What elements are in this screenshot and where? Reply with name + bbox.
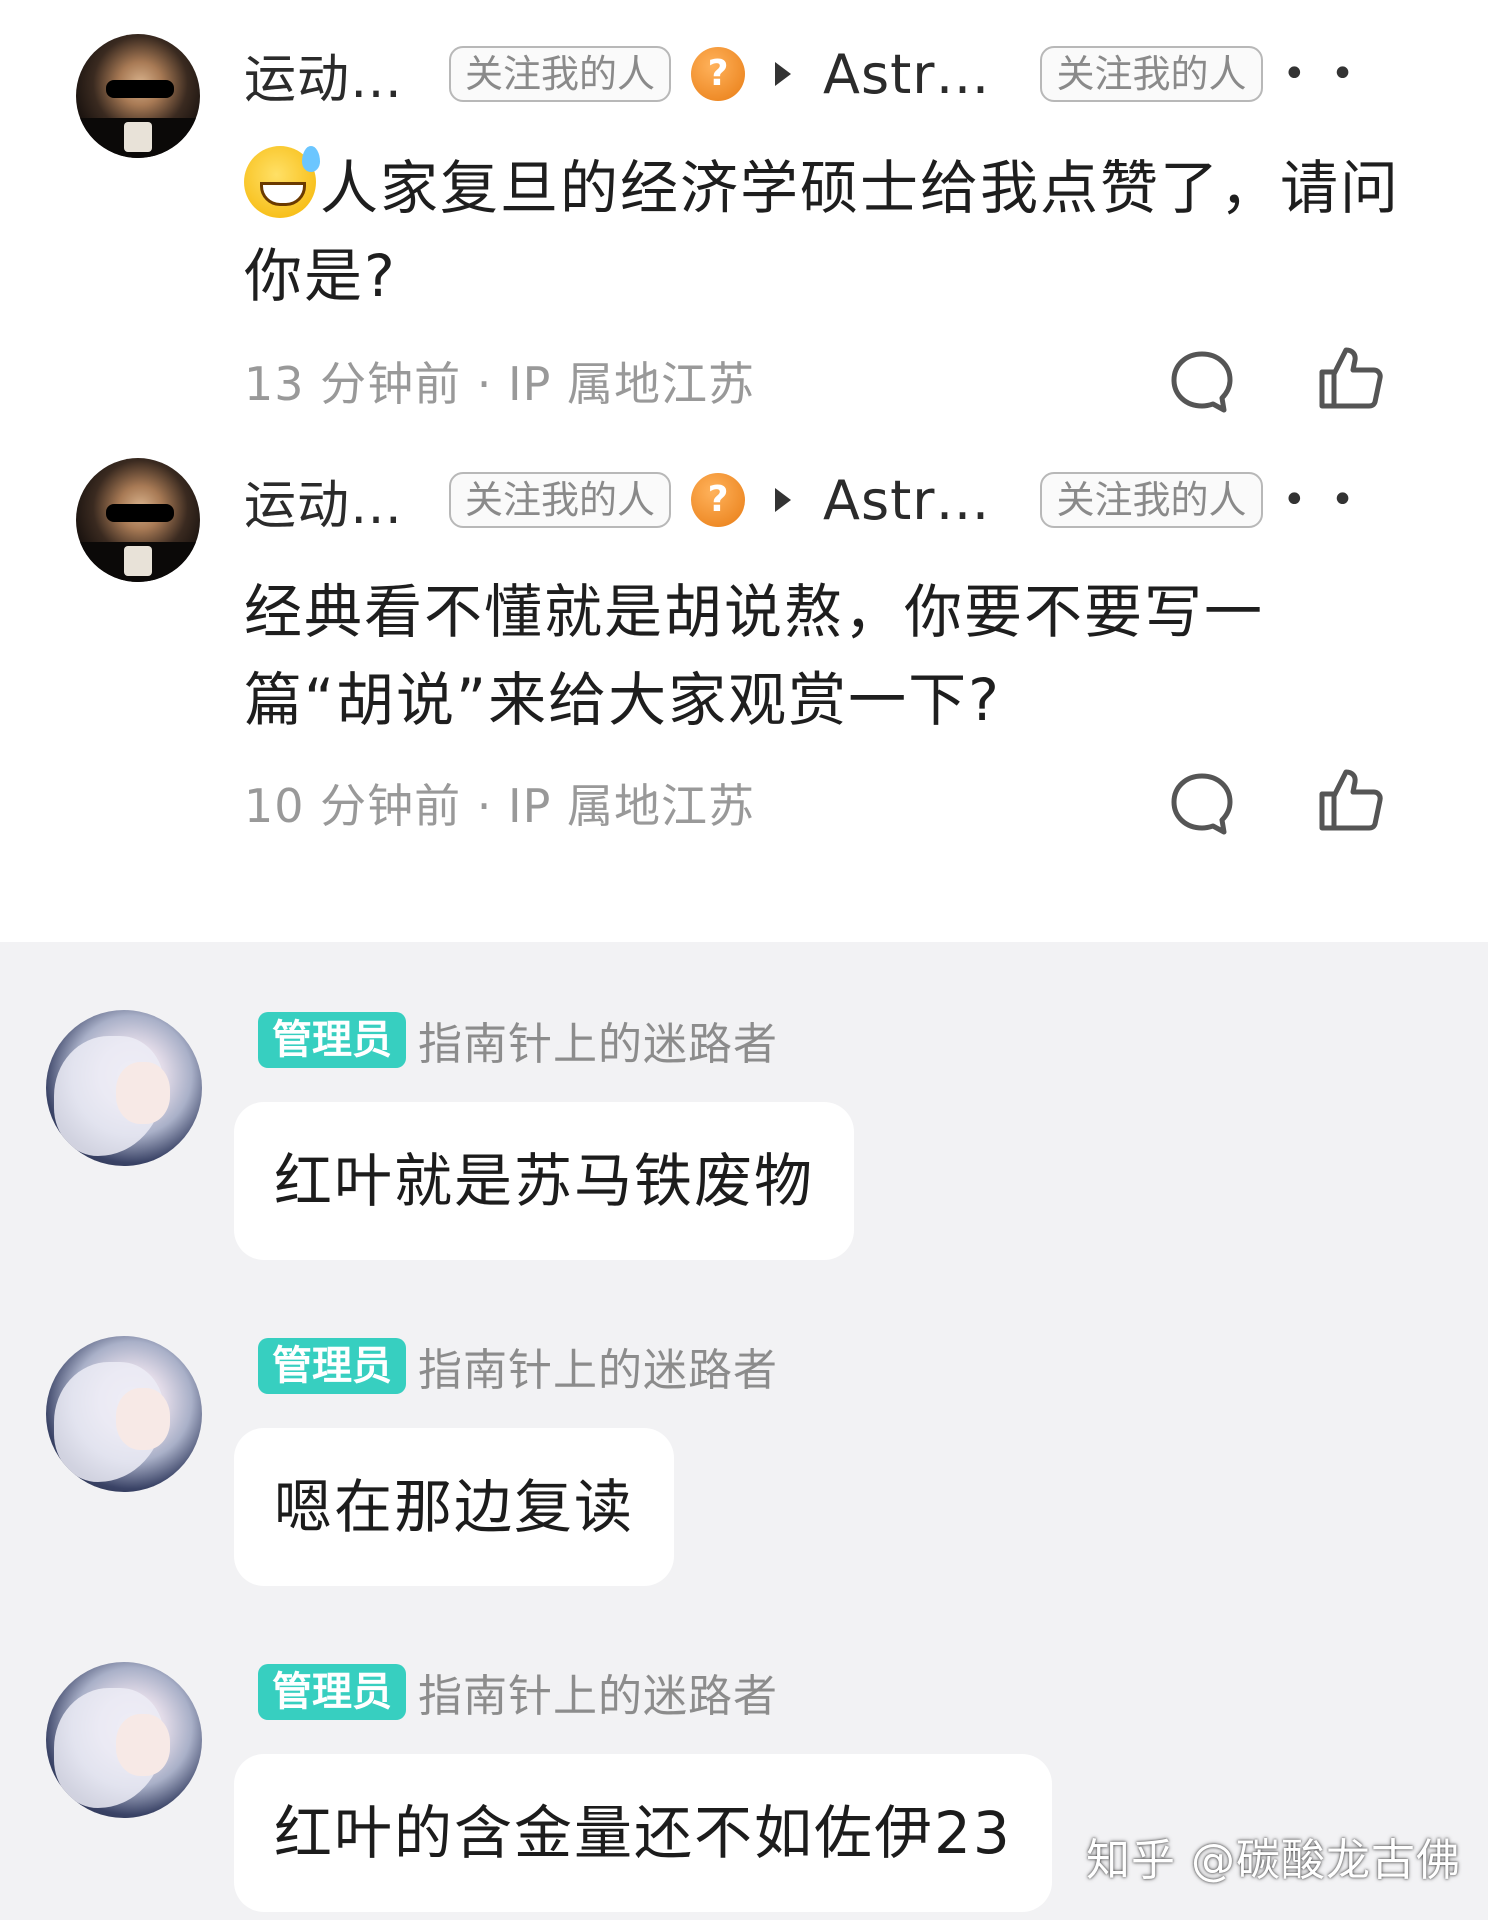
user-avatar[interactable] xyxy=(76,458,200,582)
admin-badge: 管理员 xyxy=(258,1012,406,1068)
reply-to-username[interactable]: Astr… xyxy=(823,43,990,106)
collar-detail xyxy=(124,546,152,576)
comment-text: 经典看不懂就是胡说熬，你要不要写一篇“胡说”来给大家观赏一下? xyxy=(244,578,1265,734)
sender-name[interactable]: 指南针上的迷路者 xyxy=(418,1008,778,1072)
face-detail xyxy=(116,1714,170,1776)
username[interactable]: 运动… xyxy=(244,37,403,112)
sender-row: 管理员 指南针上的迷路者 xyxy=(258,1664,778,1722)
comment-text: 人家复旦的经济学硕士给我点赞了，请问你是? xyxy=(244,144,1404,320)
collar-detail xyxy=(124,122,152,152)
follower-tag: 关注我的人 xyxy=(449,472,672,528)
admin-avatar[interactable] xyxy=(46,1336,202,1492)
like-thumb-icon[interactable] xyxy=(1314,342,1386,414)
message-bubble[interactable]: 红叶的含金量还不如佐伊23 xyxy=(234,1754,1052,1912)
comment-bubble-icon[interactable] xyxy=(1166,768,1238,840)
sunglasses-detail xyxy=(106,504,174,522)
username[interactable]: 运动… xyxy=(244,463,403,538)
follower-tag: 关注我的人 xyxy=(1040,472,1263,528)
comment-meta: 13 分钟前 · IP 属地江苏 xyxy=(244,357,755,411)
reply-arrow-icon xyxy=(775,488,792,512)
follower-tag: 关注我的人 xyxy=(449,46,672,102)
comment-header: 运动… 关注我的人 ? Astr… 关注我的人 • • xyxy=(244,460,1360,540)
reply-arrow-icon xyxy=(775,62,792,86)
question-mark-icon: ? xyxy=(691,473,746,527)
sender-name[interactable]: 指南针上的迷路者 xyxy=(418,1660,778,1724)
sender-name[interactable]: 指南针上的迷路者 xyxy=(418,1334,778,1398)
admin-badge: 管理员 xyxy=(258,1338,406,1394)
message-bubble[interactable]: 嗯在那边复读 xyxy=(234,1428,675,1586)
question-mark-icon: ? xyxy=(691,47,746,101)
more-icon[interactable]: • • xyxy=(1283,51,1361,97)
admin-avatar[interactable] xyxy=(46,1010,202,1166)
watermark: 知乎 @碳酸龙古佛 xyxy=(1086,1835,1461,1886)
reply-to-username[interactable]: Astr… xyxy=(823,469,990,532)
follower-tag: 关注我的人 xyxy=(1040,46,1263,102)
admin-avatar[interactable] xyxy=(46,1662,202,1818)
comment-meta: 10 分钟前 · IP 属地江苏 xyxy=(244,779,755,833)
like-thumb-icon[interactable] xyxy=(1314,764,1386,836)
more-icon[interactable]: • • xyxy=(1283,477,1361,523)
sender-row: 管理员 指南针上的迷路者 xyxy=(258,1338,778,1396)
comment-text-content: 人家复旦的经济学硕士给我点赞了，请问你是? xyxy=(244,154,1401,310)
comment-bubble-icon[interactable] xyxy=(1166,346,1238,418)
sweat-smile-emoji-icon xyxy=(244,146,320,218)
face-detail xyxy=(116,1062,170,1124)
comment-header: 运动… 关注我的人 ? Astr… 关注我的人 • • xyxy=(244,34,1360,114)
user-avatar[interactable] xyxy=(76,34,200,158)
sunglasses-detail xyxy=(106,80,174,98)
sender-row: 管理员 指南针上的迷路者 xyxy=(258,1012,778,1070)
face-detail xyxy=(116,1388,170,1450)
admin-badge: 管理员 xyxy=(258,1664,406,1720)
message-bubble[interactable]: 红叶就是苏马铁废物 xyxy=(234,1102,855,1260)
